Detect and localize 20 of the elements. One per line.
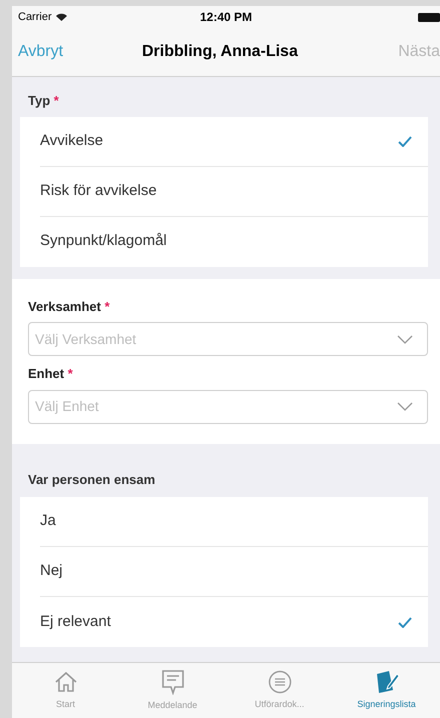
chevron-down-icon [397,334,413,344]
cancel-button[interactable]: Avbryt [14,40,68,64]
clock-label: 12:40 PM [200,9,252,26]
tab-bar-item[interactable]: Start [12,663,119,718]
message-icon [160,668,184,695]
list-circle-icon [268,670,292,694]
tab-bar-item[interactable]: Utförardok... [226,663,333,718]
field-label: Typ * [28,93,59,108]
home-icon [54,670,78,694]
option-row[interactable]: Risk för avvikelse [40,166,428,216]
tab-bar-item[interactable]: Meddelande [119,663,226,718]
chevron-down-icon [397,402,413,411]
field-label: Verksamhet * [28,298,110,314]
field-label: Enhet * [28,366,73,381]
field-label: Var personen ensam [28,472,156,486]
battery-icon [418,12,440,22]
nav-title: Dribbling, Anna-Lisa [142,42,298,62]
carrier-label: Carrier [18,10,52,25]
wifi-icon [56,13,67,21]
tab-bar-item[interactable]: Signeringslista [333,663,440,718]
